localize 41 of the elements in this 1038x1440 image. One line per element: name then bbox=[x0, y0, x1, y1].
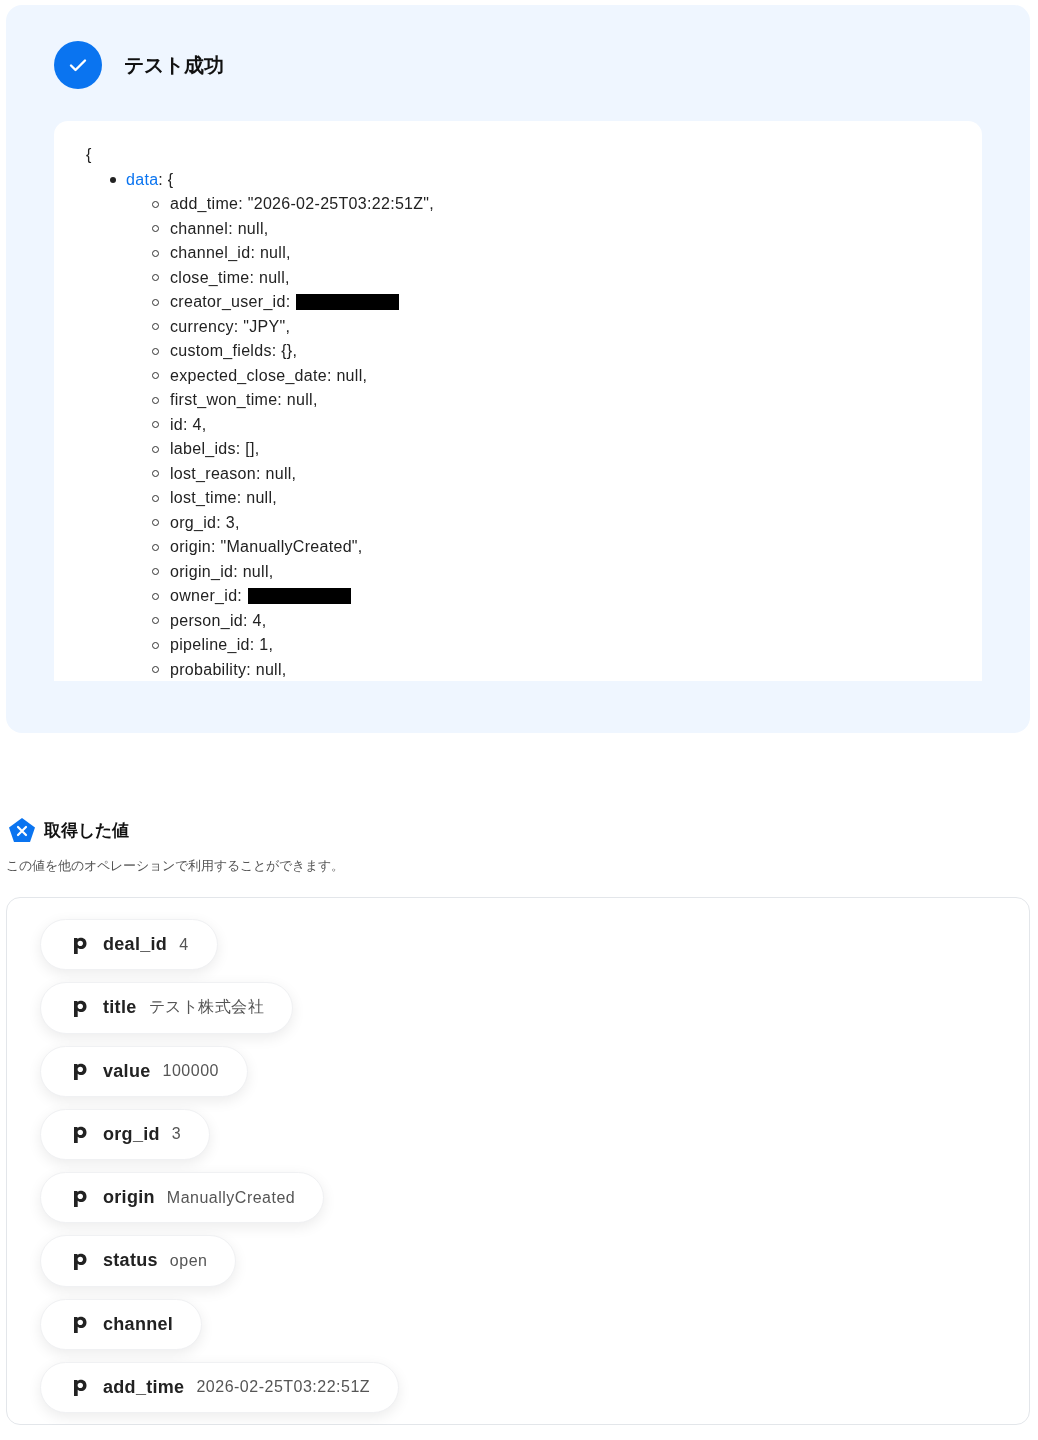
json-field: creator_user_id: bbox=[170, 290, 291, 315]
json-field: probability: null, bbox=[170, 657, 287, 681]
json-text: { bbox=[86, 145, 92, 165]
json-field: id: 4, bbox=[170, 412, 207, 437]
json-field: origin: "ManuallyCreated", bbox=[170, 535, 363, 560]
json-field: person_id: 4, bbox=[170, 608, 267, 633]
json-field: custom_fields: {}, bbox=[170, 339, 298, 364]
success-check-icon bbox=[54, 41, 102, 89]
value-chip[interactable]: value 100000 bbox=[40, 1045, 248, 1097]
section-title: 取得した値 bbox=[44, 819, 129, 842]
json-field: pipeline_id: 1, bbox=[170, 633, 274, 658]
json-field: owner_id: bbox=[170, 584, 243, 609]
json-field: channel_id: null, bbox=[170, 241, 291, 266]
value-chip[interactable]: origin ManuallyCreated bbox=[40, 1172, 325, 1224]
p-logo-icon bbox=[73, 1377, 89, 1398]
p-logo-icon bbox=[73, 1124, 89, 1145]
json-field: lost_time: null, bbox=[170, 486, 278, 511]
json-text: : { bbox=[158, 169, 174, 190]
bullet-icon bbox=[110, 176, 116, 183]
json-field: channel: null, bbox=[170, 216, 269, 241]
variable-icon bbox=[8, 817, 36, 843]
result-title: テスト成功 bbox=[124, 52, 224, 78]
json-field: origin_id: null, bbox=[170, 559, 274, 584]
json-key: data bbox=[126, 167, 159, 192]
value-chip[interactable]: add_time 2026-02-25T03:22:51Z bbox=[40, 1361, 400, 1413]
value-chip[interactable]: title テスト株式会社 bbox=[40, 982, 293, 1034]
json-field: add_time: "2026-02-25T03:22:51Z", bbox=[170, 192, 435, 217]
json-field: label_ids: [], bbox=[170, 437, 260, 462]
value-chip[interactable]: org_id 3 bbox=[40, 1108, 211, 1160]
json-field: org_id: 3, bbox=[170, 510, 240, 535]
json-field: expected_close_date: null, bbox=[170, 363, 368, 388]
json-field: first_won_time: null, bbox=[170, 388, 318, 413]
json-field: close_time: null, bbox=[170, 265, 290, 290]
p-logo-icon bbox=[73, 1061, 89, 1082]
value-chip[interactable]: deal_id 4 bbox=[40, 919, 218, 971]
value-chip[interactable]: status open bbox=[40, 1235, 237, 1287]
p-logo-icon bbox=[73, 1314, 89, 1335]
value-chip[interactable]: channel bbox=[40, 1298, 203, 1350]
json-field: lost_reason: null, bbox=[170, 461, 297, 486]
json-field: currency: "JPY", bbox=[170, 314, 291, 339]
section-description: この値を他のオペレーションで利用することができます。 bbox=[6, 857, 345, 875]
